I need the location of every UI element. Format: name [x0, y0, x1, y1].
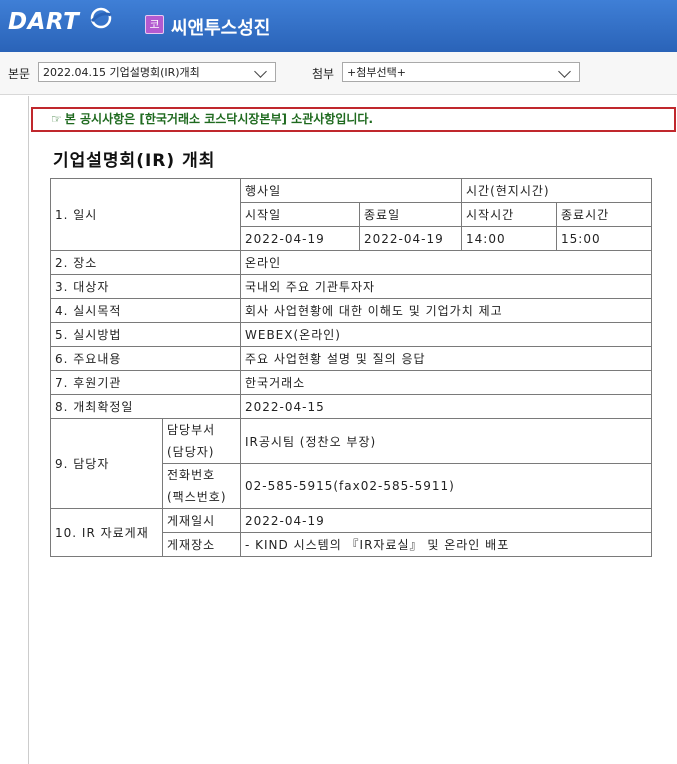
chevron-down-icon	[558, 65, 571, 78]
table-row: 4. 실시목적 회사 사업현황에 대한 이해도 및 기업가치 제고	[50, 298, 652, 323]
dept-label-line2: (담당자)	[167, 445, 215, 459]
document-title: 기업설명회(IR) 개최	[53, 151, 216, 171]
venue-value: 온라인	[240, 250, 652, 275]
post-place-label: 게재장소	[162, 532, 241, 557]
phone-label-line1: 전화번호	[167, 468, 216, 482]
main-doc-select[interactable]: 2022.04.15 기업설명회(IR)개최	[38, 62, 276, 82]
end-date-header: 종료일	[359, 202, 462, 227]
phone-value: 02-585-5915(fax02-585-5911)	[240, 463, 652, 509]
chevron-down-icon	[254, 65, 267, 78]
purpose-value: 회사 사업현황에 대한 이해도 및 기업가치 제고	[240, 298, 652, 323]
end-time-value: 15:00	[556, 226, 652, 251]
jurisdiction-notice: ☞ 본 공시사항은 [한국거래소 코스닥시장본부] 소관사항입니다.	[31, 107, 676, 132]
attachment-select-value: +첨부선택+	[347, 66, 406, 79]
dept-label: 담당부서 (담당자)	[162, 418, 241, 464]
start-date-value: 2022-04-19	[240, 226, 360, 251]
table-row: 3. 대상자 국내외 주요 기관투자자	[50, 274, 652, 299]
venue-label: 2. 장소	[50, 250, 241, 275]
phone-label-line2: (팩스번호)	[167, 490, 227, 504]
attachment-select[interactable]: +첨부선택+	[342, 62, 580, 82]
document-toolbar: 본문 2022.04.15 기업설명회(IR)개최 첨부 +첨부선택+	[0, 52, 677, 95]
dart-logo[interactable]: DART	[8, 9, 79, 35]
contact-label: 9. 담당자	[50, 418, 163, 509]
main-doc-select-value: 2022.04.15 기업설명회(IR)개최	[43, 66, 200, 79]
time-header: 시간(현지시간)	[461, 178, 652, 203]
app-header: DART 코 씨앤투스성진	[0, 0, 677, 52]
target-label: 3. 대상자	[50, 274, 241, 299]
post-date-label: 게재일시	[162, 508, 241, 533]
content-label: 6. 주요내용	[50, 346, 241, 371]
date-label: 1. 일시	[50, 178, 241, 251]
table-row: 10. IR 자료게재 게재일시 2022-04-19	[50, 508, 652, 557]
dept-label-line1: 담당부서	[167, 423, 216, 437]
table-row: 5. 실시방법 WEBEX(온라인)	[50, 322, 652, 347]
confirm-date-value: 2022-04-15	[240, 394, 652, 419]
table-row: 6. 주요내용 주요 사업현황 설명 및 질의 응답	[50, 346, 652, 371]
dart-swoosh-icon	[90, 7, 112, 29]
start-date-header: 시작일	[240, 202, 360, 227]
company-name: 씨앤투스성진	[171, 18, 271, 39]
dept-value: IR공시팀 (정찬오 부장)	[240, 418, 652, 464]
table-row: 7. 후원기관 한국거래소	[50, 370, 652, 395]
notice-text: 본 공시사항은 [한국거래소 코스닥시장본부] 소관사항입니다.	[64, 112, 374, 126]
start-time-header: 시작시간	[461, 202, 557, 227]
pointing-hand-icon: ☞	[51, 112, 62, 126]
purpose-label: 4. 실시목적	[50, 298, 241, 323]
content-value: 주요 사업현황 설명 및 질의 응답	[240, 346, 652, 371]
sponsor-label: 7. 후원기관	[50, 370, 241, 395]
start-time-value: 14:00	[461, 226, 557, 251]
document-viewer: ☞ 본 공시사항은 [한국거래소 코스닥시장본부] 소관사항입니다. 기업설명회(…	[28, 96, 677, 764]
disclosure-table: 1. 일시 행사일 시간(현지시간) 시작일 종료일 시작시간 종료시간 202…	[50, 178, 652, 557]
table-row: 8. 개최확정일 2022-04-15	[50, 394, 652, 419]
method-value: WEBEX(온라인)	[240, 322, 652, 347]
table-row: 1. 일시 행사일 시간(현지시간)	[50, 178, 652, 251]
event-date-header: 행사일	[240, 178, 462, 203]
end-date-value: 2022-04-19	[359, 226, 462, 251]
method-label: 5. 실시방법	[50, 322, 241, 347]
sponsor-value: 한국거래소	[240, 370, 652, 395]
end-time-header: 종료시간	[556, 202, 652, 227]
target-value: 국내외 주요 기관투자자	[240, 274, 652, 299]
market-badge: 코	[145, 15, 164, 34]
confirm-date-label: 8. 개최확정일	[50, 394, 241, 419]
table-row: 2. 장소 온라인	[50, 250, 652, 275]
post-date-value: 2022-04-19	[240, 508, 652, 533]
main-doc-label: 본문	[8, 67, 31, 81]
post-place-value: - KIND 시스템의 『IR자료실』 및 온라인 배포	[240, 532, 652, 557]
attachment-label: 첨부	[312, 67, 335, 81]
phone-label: 전화번호 (팩스번호)	[162, 463, 241, 509]
ir-posting-label: 10. IR 자료게재	[50, 508, 163, 557]
table-row: 9. 담당자 담당부서 (담당자) IR공시팀 (정찬오 부장)	[50, 418, 652, 509]
